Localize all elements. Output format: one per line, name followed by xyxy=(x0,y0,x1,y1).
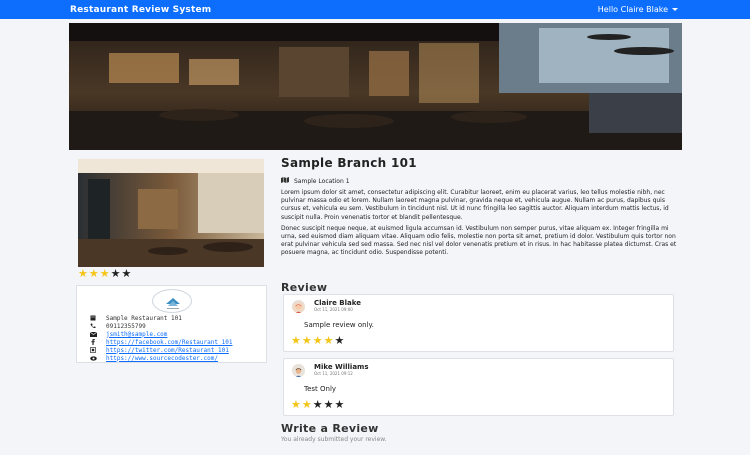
eye-icon xyxy=(89,355,97,361)
contact-phone-row: 09112355799 xyxy=(89,322,264,330)
facebook-icon xyxy=(89,339,97,345)
contact-name: Sample Restaurant 101 xyxy=(106,314,182,322)
review-date: Oct 11, 2021 09:00 xyxy=(314,307,353,312)
branch-rating-stars: ★ ★ ★ ★ ★ xyxy=(78,268,131,279)
review-text: Test Only xyxy=(304,385,337,393)
star-filled-icon: ★ xyxy=(88,267,99,280)
phone-icon xyxy=(89,323,97,329)
review-rating-stars: ★ ★ ★ ★ ★ xyxy=(291,335,344,346)
already-submitted-note: You already submitted your review. xyxy=(281,436,387,443)
contact-facebook-row: https://facebook.com/Restaurant_101 xyxy=(89,338,264,346)
contact-facebook-link[interactable]: https://facebook.com/Restaurant_101 xyxy=(106,339,232,346)
caret-down-icon xyxy=(672,8,678,11)
contact-website-row: https://www.sourcecodester.com/ xyxy=(89,354,264,362)
star-empty-icon: ★ xyxy=(121,267,132,280)
description-paragraph: Donec suscipit neque neque, at euismod l… xyxy=(281,224,677,257)
top-navbar: Restaurant Review System Hello Claire Bl… xyxy=(0,0,750,19)
contact-phone: 09112355799 xyxy=(106,322,146,330)
contact-website-link[interactable]: https://www.sourcecodester.com/ xyxy=(106,355,218,362)
star-filled-icon: ★ xyxy=(323,334,334,347)
reviewer-name: Mike Williams xyxy=(314,363,369,371)
branch-details: Sample Branch 101 Sample Location 1 Lore… xyxy=(281,156,678,258)
contact-email-link[interactable]: jsmith@sample.com xyxy=(106,331,167,338)
star-empty-icon: ★ xyxy=(334,398,345,411)
branch-location-text: Sample Location 1 xyxy=(294,177,350,185)
review-card: Claire Blake Oct 11, 2021 09:00 Sample r… xyxy=(283,294,674,352)
contact-twitter-link[interactable]: https://twitter.com/Restaurant_101 xyxy=(106,347,229,354)
star-empty-icon: ★ xyxy=(323,398,334,411)
review-rating-stars: ★ ★ ★ ★ ★ xyxy=(291,399,344,410)
user-menu-dropdown[interactable]: Hello Claire Blake xyxy=(598,5,678,14)
description-paragraph: Lorem ipsum dolor sit amet, consectetur … xyxy=(281,189,669,221)
star-filled-icon: ★ xyxy=(301,334,312,347)
star-empty-icon: ★ xyxy=(110,267,121,280)
review-date: Oct 11, 2021 09:12 xyxy=(314,371,353,376)
contact-email-row: jsmith@sample.com xyxy=(89,330,264,338)
contact-twitter-row: https://twitter.com/Restaurant_101 xyxy=(89,346,264,354)
restaurant-banner-image xyxy=(69,23,682,150)
map-icon xyxy=(281,177,289,185)
star-filled-icon: ★ xyxy=(312,334,323,347)
star-filled-icon: ★ xyxy=(99,267,110,280)
star-filled-icon: ★ xyxy=(291,398,301,411)
contact-info-card: Sample Restaurant 101 09112355799 jsmith… xyxy=(76,285,267,363)
review-text: Sample review only. xyxy=(304,321,374,329)
reviewer-avatar xyxy=(292,364,305,377)
branch-location: Sample Location 1 xyxy=(281,177,678,185)
contact-name-row: Sample Restaurant 101 xyxy=(89,314,264,322)
envelope-icon xyxy=(89,331,97,337)
reviewer-avatar xyxy=(292,300,305,313)
reviews-heading: Review xyxy=(281,281,328,294)
reviewer-name: Claire Blake xyxy=(314,299,361,307)
star-filled-icon: ★ xyxy=(78,267,88,280)
branch-description: Lorem ipsum dolor sit amet, consectetur … xyxy=(281,189,678,258)
star-empty-icon: ★ xyxy=(334,334,345,347)
write-review-heading: Write a Review xyxy=(281,422,379,435)
star-empty-icon: ★ xyxy=(312,398,323,411)
app-brand[interactable]: Restaurant Review System xyxy=(70,5,211,15)
user-greeting: Hello Claire Blake xyxy=(597,5,668,14)
review-card: Mike Williams Oct 11, 2021 09:12 Test On… xyxy=(283,358,674,416)
restaurant-interior-photo xyxy=(78,159,264,267)
restaurant-logo-icon xyxy=(152,289,192,313)
star-filled-icon: ★ xyxy=(291,334,301,347)
star-filled-icon: ★ xyxy=(301,398,312,411)
twitter-square-icon xyxy=(89,347,97,353)
building-icon xyxy=(89,315,97,321)
branch-title: Sample Branch 101 xyxy=(281,156,417,170)
